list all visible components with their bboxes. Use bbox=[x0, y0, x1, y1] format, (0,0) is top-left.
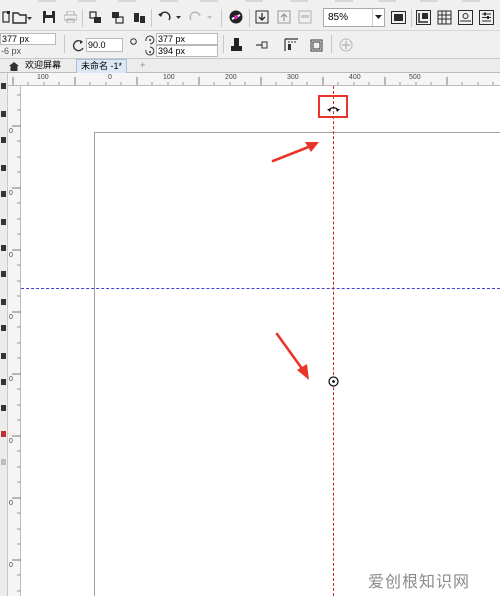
chevron-down-icon[interactable] bbox=[372, 9, 384, 26]
center-marker-icon[interactable] bbox=[328, 372, 339, 391]
center-y-field[interactable]: 394 px bbox=[156, 45, 218, 57]
import-icon[interactable] bbox=[88, 7, 102, 27]
ruler-label: 100 bbox=[163, 74, 175, 81]
ruler-label: 0 bbox=[9, 376, 13, 383]
ruler-label: 200 bbox=[225, 74, 237, 81]
standard-toolbar: 85% bbox=[0, 4, 500, 31]
connector-tool-icon[interactable] bbox=[1, 379, 6, 385]
ruler-label: 0 bbox=[9, 190, 13, 197]
ruler-label: 0 bbox=[9, 128, 13, 135]
freehand-tool-icon[interactable] bbox=[1, 191, 6, 197]
drawing-canvas[interactable] bbox=[21, 86, 500, 596]
import-down-icon[interactable] bbox=[254, 7, 270, 27]
crop-tool-icon[interactable] bbox=[1, 137, 6, 143]
vertical-guideline[interactable] bbox=[333, 86, 334, 596]
fill-tool-icon[interactable] bbox=[1, 431, 6, 437]
center-x-icon bbox=[143, 33, 155, 45]
pdf-icon[interactable] bbox=[297, 7, 313, 27]
artistic-media-tool-icon[interactable] bbox=[1, 219, 6, 225]
ruler-label: 100 bbox=[37, 74, 49, 81]
shadow-tool-icon[interactable] bbox=[1, 405, 6, 411]
snap-to-icon[interactable] bbox=[414, 7, 432, 27]
toolbox bbox=[0, 73, 8, 596]
guide-preset-icon[interactable] bbox=[282, 37, 300, 53]
redo-icon[interactable] bbox=[188, 7, 214, 27]
text-tool-icon[interactable] bbox=[1, 325, 6, 331]
options-icon[interactable] bbox=[477, 7, 495, 27]
full-screen-icon[interactable] bbox=[389, 7, 407, 27]
undo-icon[interactable] bbox=[157, 7, 183, 27]
ruler-label: 0 bbox=[9, 500, 13, 507]
open-icon[interactable] bbox=[12, 7, 32, 27]
watermark-text: 爱创根知识网 bbox=[368, 574, 471, 591]
parallel-dimension-tool-icon[interactable] bbox=[1, 353, 6, 359]
annotation-arrow-center bbox=[275, 332, 309, 380]
ruler-label: 0 bbox=[9, 562, 13, 569]
ruler-label: 400 bbox=[349, 74, 361, 81]
home-icon[interactable] bbox=[8, 60, 20, 72]
property-bar: 377 px -6 px 90.0 377 px 394 px bbox=[0, 31, 500, 59]
save-icon[interactable] bbox=[42, 7, 56, 27]
ellipse-tool-icon[interactable] bbox=[1, 271, 6, 277]
rotation-marker-icon[interactable] bbox=[327, 99, 340, 118]
polygon-tool-icon[interactable] bbox=[1, 299, 6, 305]
tab-add[interactable]: + bbox=[136, 59, 149, 73]
ruler-label: 500 bbox=[409, 74, 421, 81]
rectangle-tool-icon[interactable] bbox=[1, 245, 6, 251]
horizontal-guideline[interactable] bbox=[21, 288, 500, 289]
page-border-icon[interactable] bbox=[308, 37, 324, 53]
vertical-ruler[interactable]: 0 0 0 0 0 0 0 0 bbox=[8, 86, 21, 596]
ruler-label: 0 bbox=[108, 74, 112, 81]
publish-icon[interactable] bbox=[132, 7, 146, 27]
center-y-icon bbox=[143, 45, 155, 57]
rotate-icon bbox=[71, 38, 85, 52]
zoom-value: 85% bbox=[328, 12, 349, 23]
zoom-level-select[interactable]: 85% bbox=[323, 8, 385, 27]
grid-icon[interactable] bbox=[435, 7, 453, 27]
add-icon[interactable] bbox=[338, 37, 354, 53]
zoom-tool-icon[interactable] bbox=[1, 165, 6, 171]
shape-tool-icon[interactable] bbox=[1, 111, 6, 117]
print-icon[interactable] bbox=[63, 7, 77, 27]
center-x-field[interactable]: 377 px bbox=[156, 33, 218, 45]
ruler-label: 0 bbox=[9, 314, 13, 321]
export-icon[interactable] bbox=[110, 7, 124, 27]
app-window: 85% 377 px -6 px 90.0 377 px 394 px 欢迎屏幕… bbox=[0, 0, 500, 596]
corel-connect-icon[interactable] bbox=[228, 7, 244, 27]
tab-untitled-1[interactable]: 未命名 -1* bbox=[76, 59, 128, 73]
export-up-icon[interactable] bbox=[276, 7, 292, 27]
ruler-label: 0 bbox=[9, 252, 13, 259]
annotation-arrow-top bbox=[271, 142, 319, 163]
pick-tool-icon[interactable] bbox=[1, 83, 6, 89]
position-y-field[interactable]: -6 px bbox=[1, 46, 21, 56]
document-tab-bar: 欢迎屏幕 未命名 -1* + bbox=[0, 59, 500, 73]
new-icon[interactable] bbox=[1, 7, 10, 27]
ruler-label: 0 bbox=[9, 438, 13, 445]
view-options-icon[interactable] bbox=[456, 7, 474, 27]
ruler-ticks bbox=[12, 94, 21, 592]
relative-center-icon[interactable] bbox=[128, 36, 138, 46]
horizontal-ruler[interactable]: 100 0 100 200 300 400 500 bbox=[8, 73, 500, 86]
outline-tool-icon[interactable] bbox=[1, 459, 6, 465]
position-x-field[interactable]: 377 px bbox=[0, 33, 56, 45]
lock-icon[interactable] bbox=[229, 37, 243, 53]
tab-welcome[interactable]: 欢迎屏幕 bbox=[21, 59, 65, 73]
rotation-angle-field[interactable]: 90.0 bbox=[86, 38, 123, 52]
ruler-label: 300 bbox=[287, 74, 299, 81]
align-guide-icon[interactable] bbox=[254, 37, 270, 53]
ruler-ticks bbox=[12, 77, 494, 85]
